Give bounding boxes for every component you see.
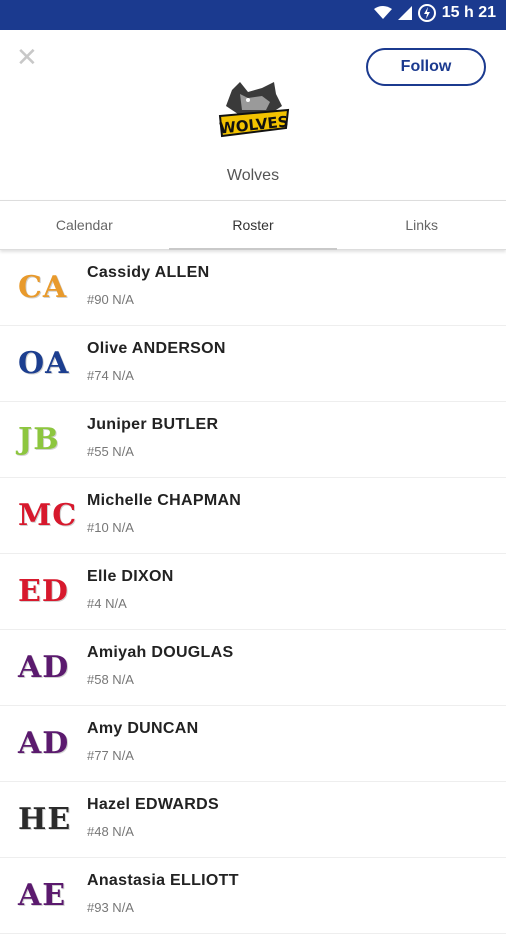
team-header: ✕ Follow WOLVES Wolves bbox=[0, 30, 506, 200]
player-number: #93 N/A bbox=[87, 900, 134, 915]
player-initials: JB bbox=[18, 422, 60, 457]
player-name: Elle DIXON bbox=[87, 568, 174, 585]
player-number: #10 N/A bbox=[87, 520, 134, 535]
player-initials: HE bbox=[18, 802, 72, 837]
tab-bar: Calendar Roster Links bbox=[0, 200, 506, 250]
player-initials: AE bbox=[18, 878, 67, 913]
player-number: #4 N/A bbox=[87, 596, 127, 611]
team-logo: WOLVES bbox=[218, 80, 290, 144]
player-initials: AD bbox=[18, 650, 70, 685]
player-name: Juniper BUTLER bbox=[87, 416, 219, 433]
player-name: Hazel EDWARDS bbox=[87, 796, 219, 813]
list-item[interactable]: ED Elle DIXON #4 N/A bbox=[0, 554, 506, 630]
close-icon[interactable]: ✕ bbox=[16, 44, 38, 70]
player-name: Olive ANDERSON bbox=[87, 340, 226, 357]
signal-icon bbox=[397, 6, 412, 20]
player-initials: CA bbox=[18, 270, 68, 305]
player-initials: OA bbox=[18, 346, 70, 381]
wifi-icon bbox=[373, 6, 392, 20]
list-item[interactable]: HE Hazel EDWARDS #48 N/A bbox=[0, 782, 506, 858]
player-name: Michelle CHAPMAN bbox=[87, 492, 242, 509]
list-item[interactable]: AE Anastasia ELLIOTT #93 N/A bbox=[0, 858, 506, 934]
player-name: Anastasia ELLIOTT bbox=[87, 872, 239, 889]
roster-list: CA Cassidy ALLEN #90 N/A OA Olive ANDERS… bbox=[0, 250, 506, 934]
tab-roster[interactable]: Roster bbox=[168, 201, 338, 250]
list-item[interactable]: AD Amy DUNCAN #77 N/A bbox=[0, 706, 506, 782]
list-item[interactable]: JB Juniper BUTLER #55 N/A bbox=[0, 402, 506, 478]
tab-links[interactable]: Links bbox=[337, 201, 506, 249]
player-number: #77 N/A bbox=[87, 748, 134, 763]
player-number: #90 N/A bbox=[87, 292, 134, 307]
list-item[interactable]: AD Amiyah DOUGLAS #58 N/A bbox=[0, 630, 506, 706]
player-number: #58 N/A bbox=[87, 672, 134, 687]
player-initials: AD bbox=[18, 726, 70, 761]
player-initials: ED bbox=[18, 574, 69, 609]
status-time: 15 h 21 bbox=[441, 4, 496, 21]
player-number: #55 N/A bbox=[87, 444, 134, 459]
status-bar: 15 h 21 bbox=[0, 0, 506, 30]
player-number: #74 N/A bbox=[87, 368, 134, 383]
player-initials: MC bbox=[18, 498, 78, 533]
tab-calendar[interactable]: Calendar bbox=[0, 201, 169, 249]
player-name: Amiyah DOUGLAS bbox=[87, 644, 234, 661]
list-item[interactable]: CA Cassidy ALLEN #90 N/A bbox=[0, 250, 506, 326]
list-item[interactable]: OA Olive ANDERSON #74 N/A bbox=[0, 326, 506, 402]
list-item[interactable]: MC Michelle CHAPMAN #10 N/A bbox=[0, 478, 506, 554]
player-name: Amy DUNCAN bbox=[87, 720, 199, 737]
status-icons: 15 h 21 bbox=[373, 4, 496, 22]
follow-button[interactable]: Follow bbox=[366, 48, 486, 86]
player-name: Cassidy ALLEN bbox=[87, 264, 210, 281]
player-number: #48 N/A bbox=[87, 824, 134, 839]
team-name: Wolves bbox=[226, 167, 280, 184]
battery-saver-icon bbox=[417, 4, 436, 22]
